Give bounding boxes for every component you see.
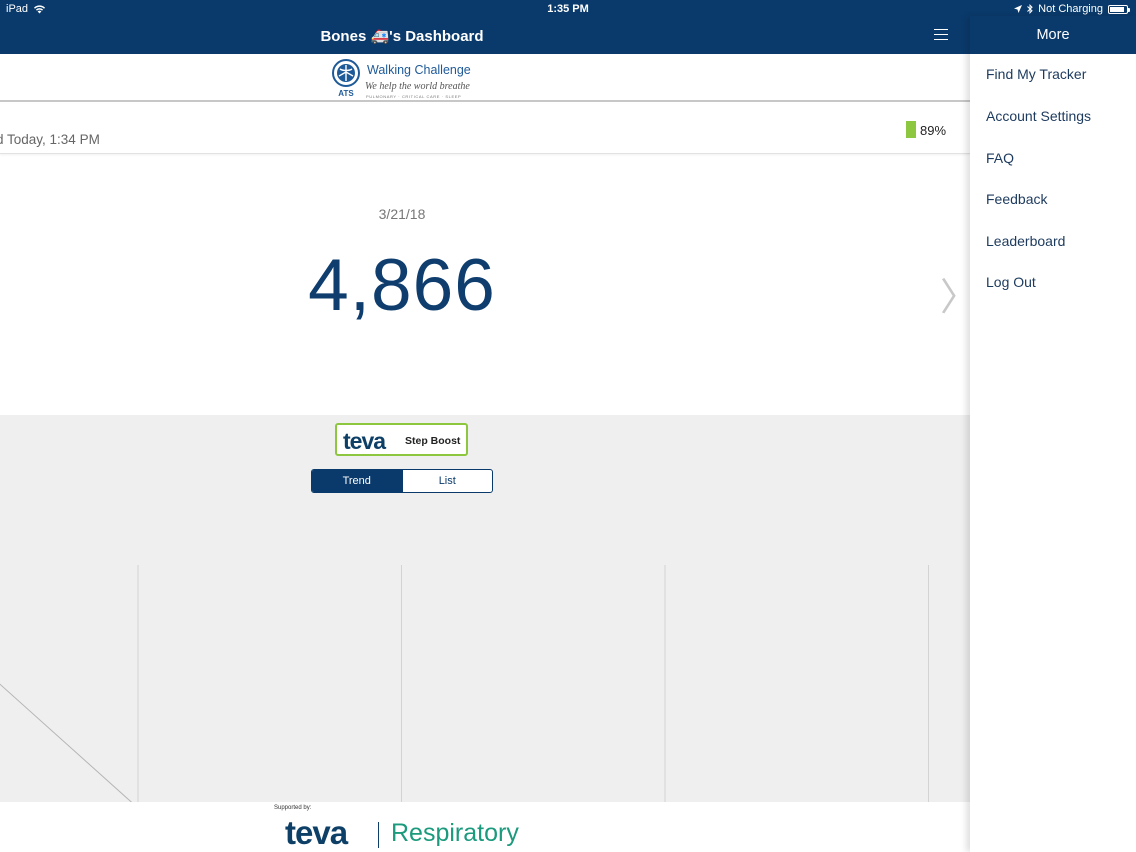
trend-panel: 22232425 teva Step Boost Trend List [0,415,970,802]
challenge-banner: ATS Walking Challenge We help the world … [0,54,970,102]
sponsor-footer: Supported by: teva Respiratory [0,802,970,852]
ats-logo-text: ATS [338,89,354,97]
status-right: Not Charging [1014,3,1130,15]
charging-status: Not Charging [1038,3,1103,15]
supported-by-label: Supported by: [274,805,312,811]
dashboard-main: ATS Walking Challenge We help the world … [0,54,970,852]
menu-item-account-settings[interactable]: Account Settings [986,108,1091,124]
teva-division-label: Respiratory [391,819,519,847]
view-toggle: Trend List [311,469,493,493]
last-synced-text: d Today, 1:34 PM [0,132,100,147]
tab-list[interactable]: List [401,470,493,492]
ats-logo-icon: ATS [332,59,360,97]
next-day-chevron-icon[interactable]: 〉 [940,266,970,321]
status-time: 1:35 PM [547,3,589,15]
sync-status-row: d Today, 1:34 PM 89% [0,104,970,154]
drawer-header: More [970,16,1136,54]
challenge-subline: PULMONARY · CRITICAL CARE · SLEEP [366,94,462,99]
more-drawer: More Find My Tracker Account Settings FA… [970,16,1136,852]
menu-item-leaderboard[interactable]: Leaderboard [986,233,1065,249]
teva-footer-logo: teva [285,814,348,851]
series-line [0,683,133,802]
menu-item-faq[interactable]: FAQ [986,150,1014,166]
steps-count: 4,866 [308,245,496,326]
tab-trend[interactable]: Trend [312,470,402,492]
bluetooth-icon [1027,4,1033,14]
battery-icon [1108,4,1130,14]
top-bar: iPad 1:35 PM Not Charging Bones 🚑's Dash… [0,0,1136,54]
challenge-tagline: We help the world breathe [365,81,470,92]
step-boost-button[interactable]: teva Step Boost [335,423,468,456]
tracker-battery-icon [906,121,916,138]
steps-summary: 3/21/18 4,866 〉 [0,155,970,415]
location-arrow-icon [1014,5,1023,13]
footer-divider [378,822,379,848]
steps-date: 3/21/18 [378,206,426,222]
battery-fill [1110,6,1125,12]
menu-item-feedback[interactable]: Feedback [986,191,1047,207]
step-boost-label: Step Boost [405,435,461,447]
page-title: Bones 🚑's Dashboard [320,28,484,45]
challenge-title: Walking Challenge [367,63,471,77]
hamburger-menu-icon[interactable] [934,29,948,40]
tracker-battery-percent: 89% [920,123,947,138]
drawer-title: More [1036,27,1070,43]
menu-item-log-out[interactable]: Log Out [986,274,1036,290]
teva-logo: teva [343,428,386,454]
menu-item-find-my-tracker[interactable]: Find My Tracker [986,66,1086,82]
